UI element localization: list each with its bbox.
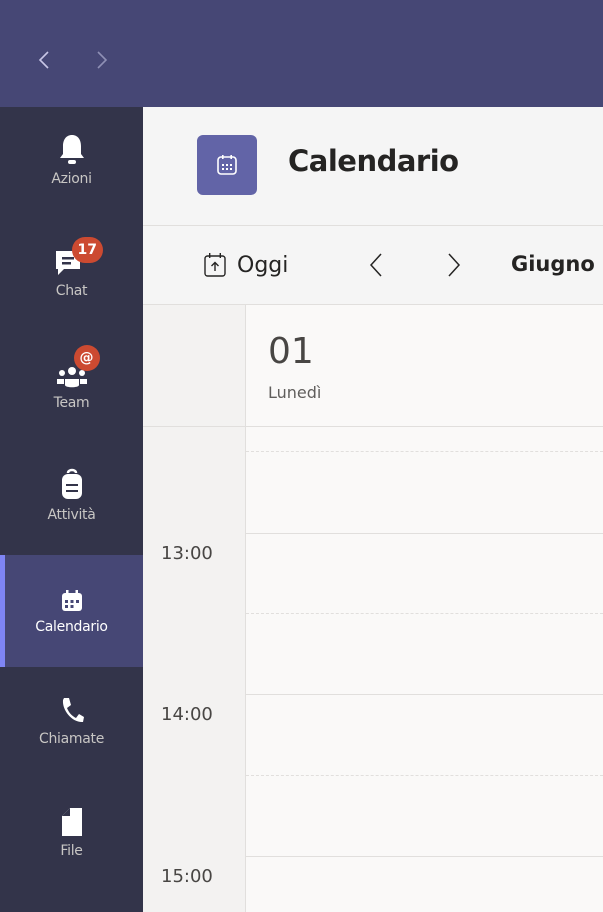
calendar-icon: [60, 579, 84, 613]
today-button[interactable]: Oggi: [203, 248, 288, 282]
title-bar: [0, 0, 603, 107]
chevron-left-icon: [369, 253, 382, 277]
rail-item-label: Azioni: [51, 171, 92, 187]
rail-item-label: File: [60, 843, 83, 859]
backpack-icon: [59, 467, 85, 501]
chevron-left-icon: [38, 51, 49, 69]
day-name: Lunedì: [268, 383, 322, 402]
day-header[interactable]: 01 Lunedì: [246, 305, 603, 427]
time-label: 15:00: [161, 866, 213, 887]
today-label: Oggi: [237, 252, 289, 278]
rail-item-label: Calendario: [35, 619, 108, 635]
app-rail: Azioni 17 Chat @ Team Attività Calendari…: [0, 107, 143, 912]
calendar-today-icon: [204, 253, 226, 277]
next-week-button[interactable]: [439, 248, 469, 282]
back-button[interactable]: [30, 40, 58, 80]
rail-item-label: Chiamate: [38, 731, 105, 747]
rail-item-azioni[interactable]: Azioni: [0, 107, 143, 219]
page-title: Calendario: [288, 144, 459, 178]
chevron-right-icon: [448, 253, 461, 277]
rail-item-label: Attività: [47, 507, 96, 523]
rail-item-label: Chat: [55, 283, 88, 299]
forward-button[interactable]: [88, 40, 116, 80]
previous-week-button[interactable]: [361, 248, 391, 282]
day-number: 01: [268, 331, 314, 372]
rail-item-attivita[interactable]: Attività: [0, 443, 143, 555]
rail-item-label: Team: [53, 395, 90, 411]
time-label: 14:00: [161, 704, 213, 725]
rail-item-chat[interactable]: 17 Chat: [0, 219, 143, 331]
calendar-icon: [217, 155, 237, 175]
month-label[interactable]: Giugno: [511, 252, 595, 276]
calendar-toolbar: Oggi Giugno: [143, 226, 603, 305]
mention-badge: @: [73, 345, 100, 371]
rail-item-team[interactable]: @ Team: [0, 331, 143, 443]
phone-icon: [59, 691, 85, 725]
rail-item-chiamate[interactable]: Chiamate: [0, 667, 143, 779]
time-label: 13:00: [161, 543, 213, 564]
chat-badge: 17: [71, 237, 103, 263]
rail-item-file[interactable]: File: [0, 779, 143, 891]
team-icon: @: [54, 345, 100, 389]
file-icon: [61, 803, 83, 837]
rail-item-calendario[interactable]: Calendario: [0, 555, 143, 667]
calendar-app-tile: [197, 135, 257, 195]
calendar-grid: 01 Lunedì 13:00 14:00 15:00: [143, 305, 603, 912]
chat-icon: 17: [54, 237, 103, 277]
page-header: Calendario: [143, 107, 603, 226]
day-time-slots[interactable]: [246, 427, 603, 912]
time-header-cell: [143, 305, 245, 427]
bell-icon: [59, 131, 85, 165]
chevron-right-icon: [97, 51, 108, 69]
